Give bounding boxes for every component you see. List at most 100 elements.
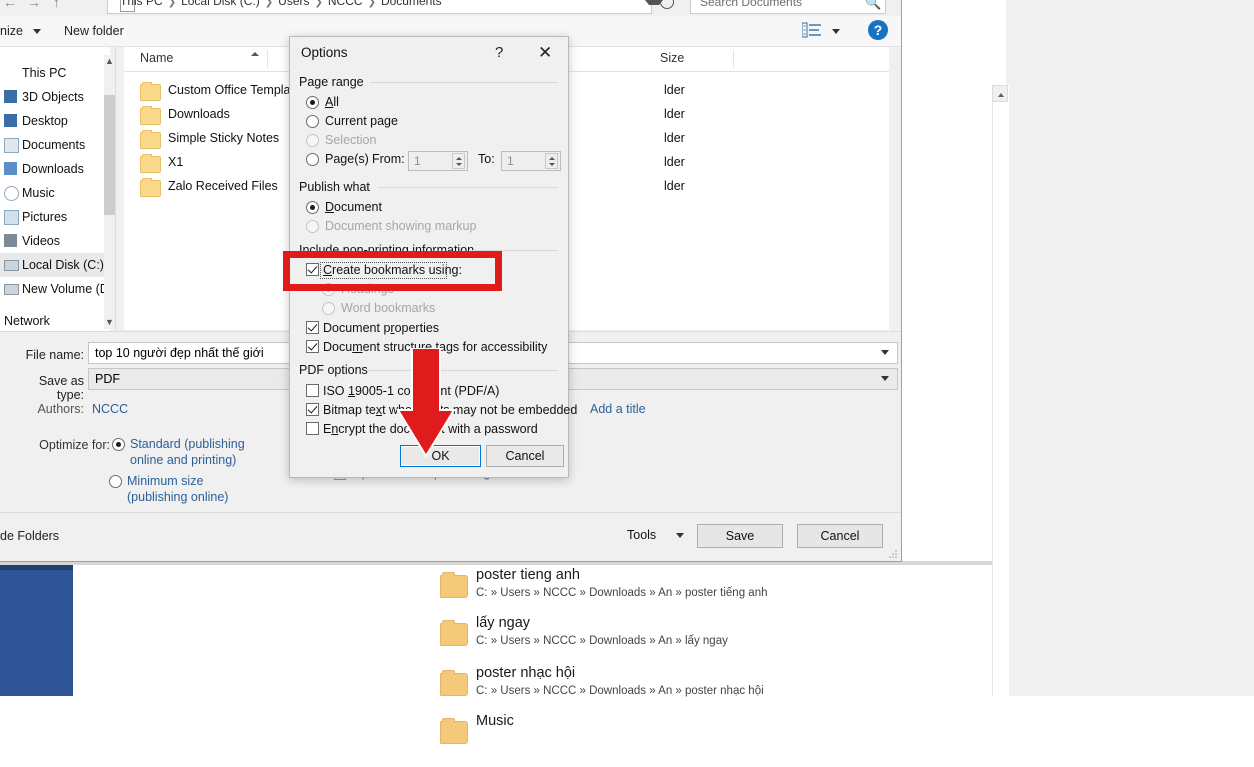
bitmap-text-checkbox[interactable] (306, 403, 319, 416)
save-button[interactable]: Save (697, 524, 783, 548)
resize-grip[interactable] (888, 548, 898, 558)
add-a-title-link[interactable]: Add a title (590, 402, 646, 416)
list-item[interactable]: poster tieng anh C: » Users » NCCC » Dow… (73, 567, 953, 617)
chevron-down-icon[interactable] (881, 350, 889, 355)
pane-splitter[interactable] (115, 47, 116, 330)
column-header-size[interactable]: Size (660, 51, 684, 65)
scroll-up-icon[interactable]: ▲ (104, 55, 115, 68)
page-range-to-stepper[interactable]: 1 (501, 151, 561, 171)
encrypt-document-checkbox[interactable] (306, 422, 319, 435)
page-range-selection-radio (306, 134, 319, 147)
sidebar-item-label: This PC (22, 66, 67, 80)
sidebar-item-downloads[interactable]: Downloads (0, 157, 105, 181)
scroll-down-icon[interactable]: ▼ (104, 316, 115, 329)
breadcrumb-item-documents[interactable]: Documents (381, 0, 442, 8)
breadcrumb[interactable]: This PC ❯ Local Disk (C:) ❯ Users ❯ NCCC ❯ Docum… (120, 0, 640, 12)
publish-what-group-label: Publish what (299, 180, 376, 194)
sidebar-item-documents[interactable]: Documents (0, 133, 105, 157)
drive-icon (4, 284, 19, 295)
search-icon[interactable]: 🔍 (865, 0, 881, 11)
background-window-scrollbar[interactable] (992, 85, 1009, 696)
sidebar-item-videos[interactable]: Videos (0, 229, 105, 253)
organize-button[interactable]: nize (0, 24, 23, 38)
forward-icon[interactable]: → (27, 0, 41, 10)
document-structure-tags-checkbox[interactable] (306, 340, 319, 353)
search-placeholder: Search Documents (700, 0, 803, 9)
pictures-icon (4, 210, 19, 225)
close-icon[interactable]: ✕ (538, 43, 552, 63)
list-item[interactable]: Music (73, 713, 953, 767)
publish-document-label[interactable]: Document (325, 200, 382, 214)
page-range-pages-radio[interactable] (306, 153, 319, 166)
back-icon[interactable]: ← (3, 0, 17, 10)
file-type: lder (664, 83, 685, 97)
breadcrumb-item-users[interactable]: Users (278, 0, 309, 8)
group-divider (370, 82, 558, 83)
sidebar-item-this-pc[interactable]: This PC (0, 61, 105, 85)
file-name: Zalo Received Files (168, 179, 278, 193)
search-results-list: poster tieng anh C: » Users » NCCC » Dow… (73, 565, 1006, 744)
up-icon[interactable]: ↑ (53, 0, 60, 10)
scroll-up-icon[interactable] (992, 85, 1008, 102)
breadcrumb-item-nccc[interactable]: NCCC (328, 0, 363, 8)
column-divider[interactable] (733, 50, 734, 68)
document-properties-label[interactable]: Document properties (323, 321, 439, 335)
view-layout-icon[interactable] (801, 22, 822, 38)
breadcrumb-item-local-disk[interactable]: Local Disk (C:) (181, 0, 260, 8)
file-name-value: top 10 người đẹp nhất thế giới (95, 346, 264, 360)
chevron-down-icon[interactable] (33, 29, 41, 34)
scrollbar-thumb[interactable] (104, 95, 115, 215)
help-icon[interactable]: ? (495, 44, 503, 61)
page-range-from-stepper[interactable]: 1 (408, 151, 468, 171)
new-folder-button[interactable]: New folder (64, 24, 124, 38)
breadcrumb-separator: ❯ (314, 0, 323, 8)
navigation-pane: This PC 3D Objects Desktop Documents Dow… (0, 47, 112, 347)
file-name: Downloads (168, 107, 230, 121)
page-range-from-label: From: (372, 152, 405, 166)
breadcrumb-item-this-pc[interactable]: This PC (120, 0, 163, 8)
chevron-down-icon[interactable] (881, 376, 889, 381)
cancel-button[interactable]: Cancel (797, 524, 883, 548)
red-arrow-annotation (396, 348, 456, 458)
page-range-all-label[interactable]: All (325, 95, 339, 109)
iso-compliant-checkbox[interactable] (306, 384, 319, 397)
page-range-all-radio[interactable] (306, 96, 319, 109)
folder-icon (440, 670, 468, 696)
optimize-standard-radio[interactable] (112, 438, 125, 451)
sidebar-item-label: Videos (22, 234, 60, 248)
chevron-down-icon[interactable] (676, 533, 684, 538)
authors-value[interactable]: NCCC (92, 402, 128, 416)
sidebar-item-music[interactable]: Music (0, 181, 105, 205)
page-range-current-page-label[interactable]: Current page (325, 114, 398, 128)
optimize-minimum-radio[interactable] (109, 475, 122, 488)
sort-ascending-icon (251, 52, 259, 56)
dialog-title: Options (301, 45, 348, 60)
page-range-current-page-radio[interactable] (306, 115, 319, 128)
stepper-arrows-icon[interactable] (452, 153, 465, 169)
column-divider[interactable] (267, 50, 268, 68)
publish-document-markup-radio (306, 220, 319, 233)
sidebar-item-local-disk-c[interactable]: Local Disk (C:) (0, 253, 105, 277)
sidebar-item-desktop[interactable]: Desktop (0, 109, 105, 133)
publish-document-radio[interactable] (306, 201, 319, 214)
sidebar-item-network[interactable]: Network (0, 309, 105, 333)
document-properties-checkbox[interactable] (306, 321, 319, 334)
optimize-standard-label[interactable]: Standard (publishing online and printing… (130, 436, 260, 468)
sidebar-item-new-volume-d[interactable]: New Volume (D: (0, 277, 112, 301)
optimize-minimum-label[interactable]: Minimum size (publishing online) (127, 473, 257, 505)
list-item[interactable]: lấy ngay C: » Users » NCCC » Downloads »… (73, 615, 953, 667)
sidebar-item-label: Desktop (22, 114, 68, 128)
folder-icon (140, 82, 161, 101)
sidebar-item-pictures[interactable]: Pictures (0, 205, 105, 229)
chevron-down-icon[interactable] (832, 29, 840, 34)
stepper-arrows-icon[interactable] (545, 153, 558, 169)
column-header-name[interactable]: Name (140, 51, 173, 65)
page-range-pages-label[interactable]: Page(s) (325, 152, 369, 166)
tools-button[interactable]: Tools (627, 528, 656, 542)
hide-folders-button[interactable]: de Folders (0, 529, 59, 543)
list-item[interactable]: poster nhạc hội C: » Users » NCCC » Down… (73, 665, 953, 717)
help-icon[interactable]: ? (868, 20, 888, 40)
file-name: Custom Office Templates (168, 83, 308, 97)
sidebar-item-3d-objects[interactable]: 3D Objects (0, 85, 105, 109)
options-cancel-button[interactable]: Cancel (486, 445, 564, 467)
